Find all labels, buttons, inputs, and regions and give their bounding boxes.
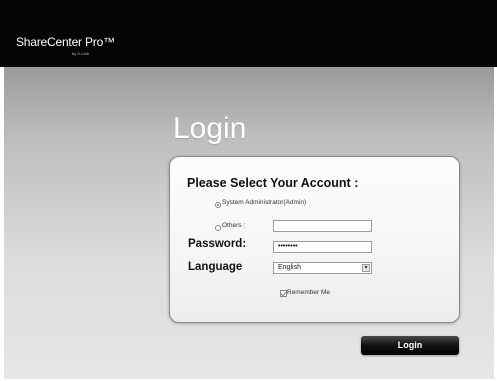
admin-radio-label: System Administrator(Admin) xyxy=(222,199,307,206)
brand-logo: ShareCenter Pro™ xyxy=(16,35,115,49)
others-radio-label: Others : xyxy=(222,222,246,229)
login-button[interactable]: Login xyxy=(361,336,459,355)
password-label: Password: xyxy=(188,238,247,250)
others-radio[interactable] xyxy=(215,225,221,231)
admin-radio[interactable] xyxy=(215,202,221,208)
remember-me-label: Remember Me xyxy=(287,289,330,296)
language-value: English xyxy=(278,264,301,271)
chevron-down-icon[interactable]: ▾ xyxy=(362,264,370,272)
language-select[interactable]: English ▾ xyxy=(273,262,372,274)
remember-me-checkbox[interactable] xyxy=(280,290,287,297)
password-input[interactable]: •••••••• xyxy=(273,241,372,253)
language-label: Language xyxy=(188,261,243,273)
brand-sub: by D-Link xyxy=(72,51,89,56)
header-bar xyxy=(0,0,497,67)
others-username-input[interactable] xyxy=(273,220,372,232)
login-title: Login xyxy=(173,112,247,145)
account-selection-title: Please Select Your Account : xyxy=(187,176,359,190)
